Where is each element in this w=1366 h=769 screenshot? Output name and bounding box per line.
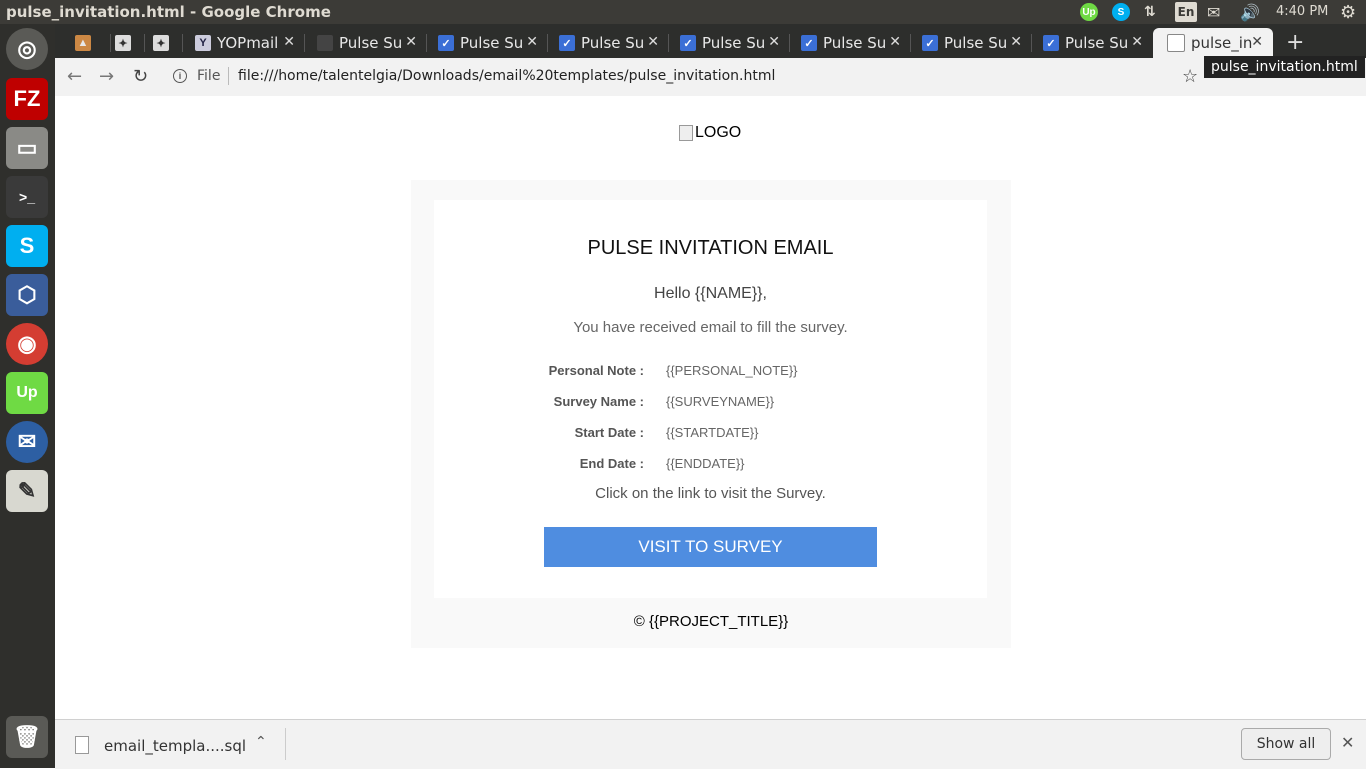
virtualbox-icon[interactable]: ⬡ <box>6 274 48 316</box>
launcher: ◎ FZ ▭ >_ S ⬡ ◉ Up ✉ ✎ 🗑 <box>0 24 55 768</box>
start-date-value: {{STARTDATE}} <box>666 425 759 440</box>
broken-image-icon <box>679 125 693 141</box>
back-arrow-icon[interactable]: ← <box>67 66 82 87</box>
skype-tray-icon[interactable]: S <box>1112 2 1130 22</box>
window-title: pulse_invitation.html - Google Chrome <box>6 3 331 21</box>
download-separator <box>285 728 286 760</box>
trash-icon[interactable]: 🗑 <box>6 716 48 758</box>
url-separator <box>228 67 229 85</box>
bookmark-star-icon[interactable]: ☆ <box>1182 66 1198 87</box>
tab-close-icon[interactable]: ✕ <box>647 34 659 50</box>
upwork-icon[interactable]: Up <box>6 372 48 414</box>
tab-tooltip: pulse_invitation.html <box>1204 56 1365 78</box>
logo-image: LOGO <box>679 124 741 142</box>
tab-pinned[interactable]: ▲ <box>75 28 111 58</box>
filezilla-icon[interactable]: FZ <box>6 78 48 120</box>
tab-pulse[interactable]: ✓ Pulse Su ✕ <box>680 28 790 58</box>
email-card: PULSE INVITATION EMAIL Hello {{NAME}}, Y… <box>434 200 987 598</box>
email-container: PULSE INVITATION EMAIL Hello {{NAME}}, Y… <box>411 180 1011 648</box>
tab-close-icon[interactable]: ✕ <box>526 34 538 50</box>
logo-alt-text: LOGO <box>695 124 742 141</box>
email-footer: © {{PROJECT_TITLE}} <box>633 613 789 630</box>
tab-close-icon[interactable]: ✕ <box>1251 34 1263 50</box>
pulse-icon: ✓ <box>801 35 817 51</box>
show-all-button[interactable]: Show all <box>1241 728 1331 760</box>
file-icon <box>75 736 89 754</box>
end-date-value: {{ENDDATE}} <box>666 456 745 471</box>
text-editor-icon[interactable]: ✎ <box>6 470 48 512</box>
browser-toolbar: ← → ↻ i File file:///home/talentelgia/Do… <box>55 58 1366 97</box>
clock[interactable]: 4:40 PM <box>1276 4 1328 19</box>
pulse-icon: ✓ <box>680 35 696 51</box>
tab-pulse[interactable]: ✓ Pulse Su ✕ <box>559 28 669 58</box>
keyboard-layout-indicator[interactable]: En <box>1175 2 1197 22</box>
tab-pulse[interactable]: Pulse Su ✕ <box>317 28 427 58</box>
thunderbird-icon[interactable]: ✉ <box>6 421 48 463</box>
email-heading: PULSE INVITATION EMAIL <box>587 237 834 259</box>
skype-icon[interactable]: S <box>6 225 48 267</box>
intro-text: You have received email to fill the surv… <box>573 319 848 336</box>
mail-icon[interactable]: ✉ <box>1207 2 1220 22</box>
tab-pulse[interactable]: ✓ Pulse Su ✕ <box>438 28 548 58</box>
tab-favicon-icon: ▲ <box>75 35 91 51</box>
tab-pulse-invitation-active[interactable]: pulse_in ✕ <box>1153 28 1273 58</box>
personal-note-label: Personal Note : <box>548 363 644 378</box>
download-bar: email_templa....sql ⌃ Show all ✕ <box>55 719 1366 769</box>
yopmail-icon: Y <box>195 35 211 51</box>
start-date-label: Start Date : <box>574 425 644 440</box>
volume-icon[interactable]: 🔊 <box>1240 2 1260 22</box>
files-icon[interactable]: ▭ <box>6 127 48 169</box>
site-info-label[interactable]: File <box>197 68 220 84</box>
page-content: LOGO PULSE INVITATION EMAIL Hello {{NAME… <box>55 96 1366 719</box>
document-icon <box>317 35 333 51</box>
address-bar[interactable]: file:///home/talentelgia/Downloads/email… <box>238 68 775 84</box>
chrome-icon[interactable]: ◉ <box>6 323 48 365</box>
tab-favicon-icon: ✦ <box>115 35 131 51</box>
forward-arrow-icon[interactable]: → <box>99 66 114 87</box>
close-icon[interactable]: ✕ <box>1341 733 1354 752</box>
new-tab-button[interactable]: + <box>1286 30 1304 55</box>
ubuntu-dash-icon[interactable]: ◎ <box>6 28 48 70</box>
tab-pinned[interactable]: ✦ <box>153 28 183 58</box>
tab-yopmail[interactable]: Y YOPmail ✕ <box>195 28 305 58</box>
pulse-icon: ✓ <box>1043 35 1059 51</box>
pulse-icon: ✓ <box>438 35 454 51</box>
tab-pinned[interactable]: ✦ <box>115 28 145 58</box>
tab-pulse[interactable]: ✓ Pulse Su ✕ <box>801 28 911 58</box>
end-date-label: End Date : <box>579 456 644 471</box>
tab-favicon-icon: ✦ <box>153 35 169 51</box>
tab-pulse[interactable]: ✓ Pulse Su ✕ <box>922 28 1032 58</box>
upwork-tray-icon[interactable]: Up <box>1080 2 1098 22</box>
cta-text: Click on the link to visit the Survey. <box>595 485 826 502</box>
settings-gear-icon[interactable]: ⚙ <box>1340 2 1356 23</box>
document-icon <box>1167 34 1185 52</box>
reload-icon[interactable]: ↻ <box>133 66 148 87</box>
pulse-icon: ✓ <box>922 35 938 51</box>
site-info-icon[interactable]: i <box>173 69 187 83</box>
tab-close-icon[interactable]: ✕ <box>768 34 780 50</box>
survey-name-value: {{SURVEYNAME}} <box>666 394 775 409</box>
pulse-icon: ✓ <box>559 35 575 51</box>
greeting: Hello {{NAME}}, <box>654 285 767 302</box>
tab-close-icon[interactable]: ✕ <box>283 34 295 50</box>
tab-close-icon[interactable]: ✕ <box>1131 34 1143 50</box>
tab-close-icon[interactable]: ✕ <box>405 34 417 50</box>
top-panel: pulse_invitation.html - Google Chrome Up… <box>0 0 1366 24</box>
download-item-name[interactable]: email_templa....sql <box>104 737 246 755</box>
tab-pulse[interactable]: ✓ Pulse Su ✕ <box>1043 28 1153 58</box>
personal-note-value: {{PERSONAL_NOTE}} <box>666 363 798 378</box>
network-icon[interactable]: ⇅ <box>1144 2 1156 22</box>
chevron-up-icon[interactable]: ⌃ <box>255 734 267 750</box>
tab-close-icon[interactable]: ✕ <box>889 34 901 50</box>
tab-close-icon[interactable]: ✕ <box>1010 34 1022 50</box>
visit-survey-button[interactable]: VISIT TO SURVEY <box>544 527 877 567</box>
terminal-icon[interactable]: >_ <box>6 176 48 218</box>
survey-name-label: Survey Name : <box>553 394 644 409</box>
tab-strip: ▲ ✦ ✦ Y YOPmail ✕ Pulse Su ✕ ✓ Pulse Su ✕ ✓ Pu… <box>55 24 1366 58</box>
